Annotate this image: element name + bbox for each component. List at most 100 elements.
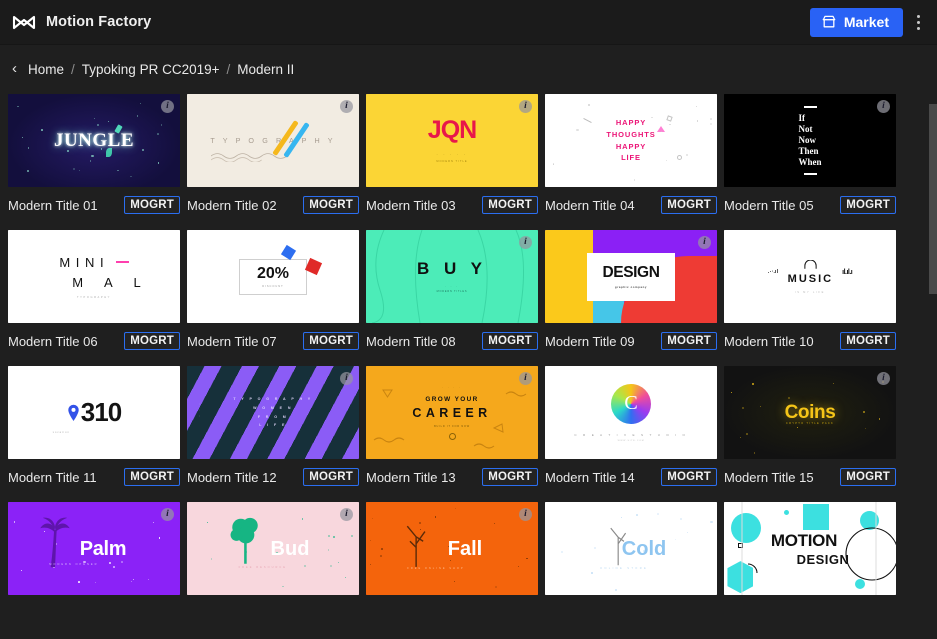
- template-thumbnail[interactable]: JUNGLE i: [8, 94, 180, 187]
- template-card[interactable]: Bud FREE RESOURCE i: [187, 502, 366, 638]
- template-thumbnail[interactable]: JQN · · · · · MODERN TITLE i: [366, 94, 538, 187]
- decorative-speck: [526, 558, 528, 560]
- decorative-speck: [449, 559, 452, 562]
- kebab-menu-icon[interactable]: [907, 6, 929, 38]
- scrollbar-thumb[interactable]: [929, 104, 937, 294]
- template-card[interactable]: T Y P O G R A P H YW O M E NF R O ML I F…: [187, 366, 366, 502]
- template-card[interactable]: M I N I M A L TYPOGRAPHY Modern Title 06…: [8, 230, 187, 366]
- info-icon[interactable]: i: [161, 508, 174, 521]
- template-card[interactable]: MOTION DESIGN: [724, 502, 903, 638]
- decorative-speck: [493, 523, 495, 524]
- template-thumbnail[interactable]: If Not Now Then When i: [724, 94, 896, 187]
- template-thumbnail[interactable]: M I N I M A L TYPOGRAPHY: [8, 230, 180, 323]
- mogrt-badge[interactable]: MOGRT: [303, 195, 359, 215]
- template-thumbnail[interactable]: Fall FREE ONLINE SHOP i: [366, 502, 538, 595]
- template-card[interactable]: HAPPY THOUGHTS HAPPY LIFE Modern Title 04 MO…: [545, 94, 724, 230]
- decorative-speck: [591, 572, 594, 574]
- info-icon[interactable]: i: [519, 100, 532, 113]
- template-card[interactable]: DESIGN graphic company i Modern Title 09 M…: [545, 230, 724, 366]
- decorative-speck: [113, 565, 116, 568]
- template-thumbnail[interactable]: .٠·.ıl MUSIC ıl.ıl.ı IS MY LIFE: [724, 230, 896, 323]
- chevron-left-icon[interactable]: ‹: [10, 61, 21, 78]
- decorative-speck: [72, 168, 75, 170]
- decorative-speck: [686, 531, 688, 533]
- template-thumbnail[interactable]: B U Y · · · MODERN TITLES i: [366, 230, 538, 323]
- template-card-title: Modern Title 14: [545, 469, 635, 485]
- info-icon[interactable]: i: [519, 372, 532, 385]
- info-icon[interactable]: i: [161, 100, 174, 113]
- info-icon[interactable]: i: [877, 372, 890, 385]
- template-thumbnail[interactable]: T Y P O G R A P H Y i: [187, 94, 359, 187]
- template-card-title: Modern Title 06: [8, 333, 98, 349]
- template-card[interactable]: Fall FREE ONLINE SHOP i: [366, 502, 545, 638]
- breadcrumb-item-current[interactable]: Modern II: [237, 62, 294, 77]
- template-thumbnail[interactable]: Bud FREE RESOURCE i: [187, 502, 359, 595]
- template-card-title: Modern Title 12: [187, 469, 277, 485]
- info-icon[interactable]: i: [340, 508, 353, 521]
- decorative-speck: [158, 537, 160, 539]
- template-card[interactable]: Coins CRYPTO TITLE PACK i Modern Title 15…: [724, 366, 903, 502]
- decorative-speck: [746, 432, 748, 435]
- template-card[interactable]: · · · · GROW YOUR CAREER BUILD IT FOR NO…: [366, 366, 545, 502]
- info-icon[interactable]: i: [340, 100, 353, 113]
- template-grid-scroll-area[interactable]: JUNGLE i Modern Title 01 MOGRT T Y P O G R…: [0, 94, 937, 639]
- template-thumbnail[interactable]: Cold ONLINE STORE: [545, 502, 717, 595]
- template-thumbnail[interactable]: T Y P O G R A P H YW O M E NF R O ML I F…: [187, 366, 359, 459]
- template-card[interactable]: B U Y · · · MODERN TITLES i Modern Title …: [366, 230, 545, 366]
- template-thumbnail[interactable]: Palm MODERN OPENER i: [8, 502, 180, 595]
- mogrt-badge[interactable]: MOGRT: [840, 195, 896, 215]
- template-thumbnail[interactable]: 20% DISCOUNT: [187, 230, 359, 323]
- decorative-speck: [304, 564, 307, 567]
- template-card[interactable]: T Y P O G R A P H Y i Modern Title 02 MOGR…: [187, 94, 366, 230]
- mogrt-badge[interactable]: MOGRT: [482, 467, 538, 487]
- template-card[interactable]: JUNGLE i Modern Title 01 MOGRT: [8, 94, 187, 230]
- decorative-speck: [370, 564, 371, 566]
- market-button[interactable]: Market: [809, 7, 903, 37]
- info-icon[interactable]: i: [519, 508, 532, 521]
- mogrt-badge[interactable]: MOGRT: [661, 331, 717, 351]
- top-bar-actions: Market: [809, 6, 929, 38]
- mogrt-badge[interactable]: MOGRT: [482, 195, 538, 215]
- template-thumbnail[interactable]: HAPPY THOUGHTS HAPPY LIFE: [545, 94, 717, 187]
- template-thumbnail[interactable]: Coins CRYPTO TITLE PACK i: [724, 366, 896, 459]
- template-card[interactable]: .٠·.ıl MUSIC ıl.ıl.ı IS MY LIFE Modern T…: [724, 230, 903, 366]
- template-thumbnail[interactable]: C C R E A T I V E S T U D I O WWW.SITE.C…: [545, 366, 717, 459]
- mogrt-badge[interactable]: MOGRT: [124, 331, 180, 351]
- template-card[interactable]: C C R E A T I V E S T U D I O WWW.SITE.C…: [545, 366, 724, 502]
- mogrt-badge[interactable]: MOGRT: [303, 331, 359, 351]
- mogrt-badge[interactable]: MOGRT: [661, 467, 717, 487]
- mogrt-badge[interactable]: MOGRT: [303, 467, 359, 487]
- template-card[interactable]: 20% DISCOUNT Modern Title 07 MOGRT: [187, 230, 366, 366]
- template-card-title: Modern Title 08: [366, 333, 456, 349]
- mogrt-badge[interactable]: MOGRT: [840, 331, 896, 351]
- info-icon[interactable]: i: [698, 236, 711, 249]
- template-card-footer: Modern Title 11 MOGRT: [8, 459, 180, 492]
- template-card-footer: Modern Title 09 MOGRT: [545, 323, 717, 356]
- decorative-speck: [109, 561, 112, 564]
- mogrt-badge[interactable]: MOGRT: [661, 195, 717, 215]
- template-thumbnail[interactable]: DESIGN graphic company i: [545, 230, 717, 323]
- mogrt-badge[interactable]: MOGRT: [840, 467, 896, 487]
- mogrt-badge[interactable]: MOGRT: [482, 331, 538, 351]
- template-thumbnail[interactable]: · · · · GROW YOUR CAREER BUILD IT FOR NO…: [366, 366, 538, 459]
- mogrt-badge[interactable]: MOGRT: [124, 467, 180, 487]
- template-card[interactable]: JQN · · · · · MODERN TITLE i Modern Title…: [366, 94, 545, 230]
- decorative-speck: [157, 162, 159, 164]
- template-card-footer: Modern Title 13 MOGRT: [366, 459, 538, 492]
- decorative-speck: [656, 513, 659, 515]
- template-card[interactable]: Palm MODERN OPENER i: [8, 502, 187, 638]
- info-icon[interactable]: i: [877, 100, 890, 113]
- vertical-scrollbar[interactable]: [923, 94, 937, 639]
- mogrt-badge[interactable]: MOGRT: [124, 195, 180, 215]
- info-icon[interactable]: i: [519, 236, 532, 249]
- template-card[interactable]: If Not Now Then When i Modern Title 05 MOGRT: [724, 94, 903, 230]
- kebab-dot: [916, 20, 920, 24]
- template-thumbnail[interactable]: 310 Location: [8, 366, 180, 459]
- info-icon[interactable]: i: [340, 372, 353, 385]
- template-card[interactable]: Cold ONLINE STORE: [545, 502, 724, 638]
- breadcrumb-item-home[interactable]: Home: [28, 62, 64, 77]
- decorative-speck: [91, 155, 94, 158]
- template-thumbnail[interactable]: MOTION DESIGN: [724, 502, 896, 595]
- breadcrumb-item-typoking[interactable]: Typoking PR CC2019+: [82, 62, 220, 77]
- template-card[interactable]: 310 Location Modern Title 11 MOGRT: [8, 366, 187, 502]
